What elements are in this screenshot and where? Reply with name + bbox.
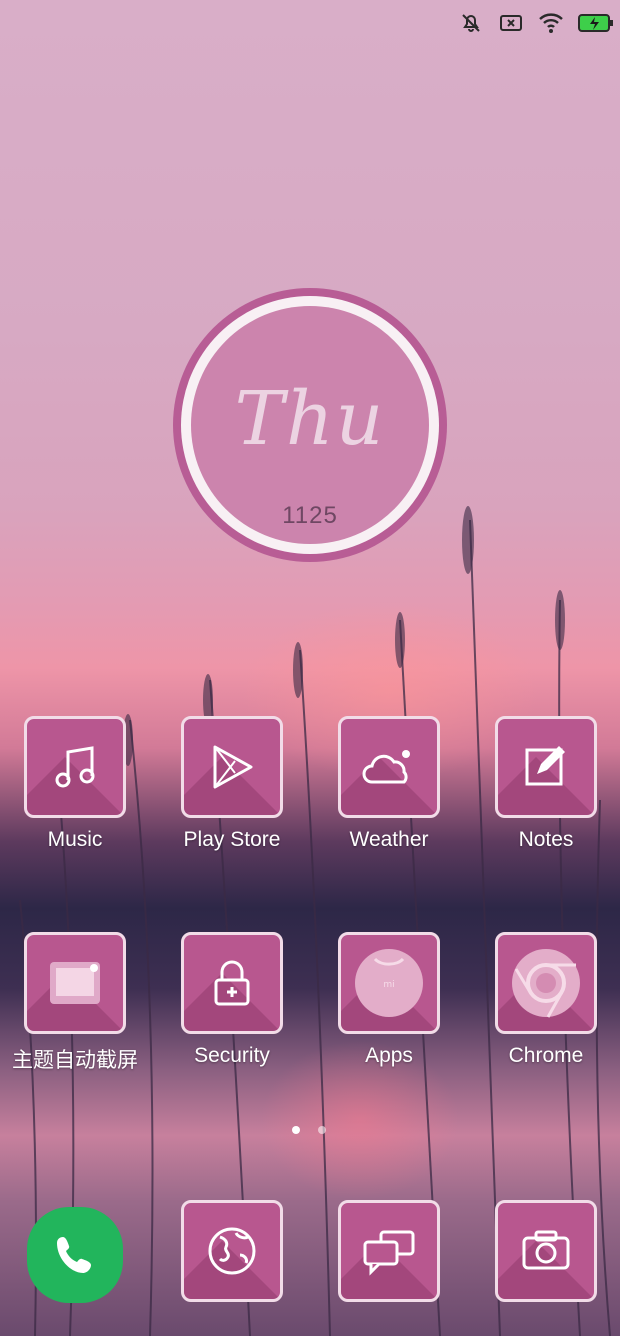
app-tile[interactable] — [495, 716, 597, 818]
app-tile[interactable] — [495, 932, 597, 1034]
app-label: Notes — [518, 828, 574, 851]
globe-icon — [208, 1227, 256, 1275]
app-label: Play Store — [183, 828, 281, 851]
sim-error-icon — [498, 10, 524, 36]
dock-camera[interactable] — [476, 1200, 616, 1302]
clock-widget-face: Thu 1125 — [191, 306, 429, 544]
page-dot[interactable] — [318, 1126, 326, 1134]
play-store-icon — [213, 745, 253, 789]
app-theme-screenshot[interactable]: 主题自动截屏 — [5, 932, 145, 1074]
app-weather[interactable]: Weather — [319, 716, 459, 852]
mi-apps-icon: mi — [355, 949, 423, 1017]
page-dot-active[interactable] — [292, 1126, 300, 1134]
app-security[interactable]: Security — [162, 932, 302, 1068]
battery-charging-icon — [578, 10, 614, 36]
app-tile[interactable] — [181, 932, 283, 1034]
chrome-icon — [512, 949, 580, 1018]
status-bar — [458, 10, 614, 36]
app-label: Apps — [365, 1044, 413, 1067]
screenshot-icon — [50, 962, 100, 1004]
clock-day-label: Thu — [234, 376, 386, 462]
music-note-icon — [55, 746, 95, 788]
app-label: Security — [194, 1044, 270, 1067]
clock-widget[interactable]: Thu 1125 — [173, 288, 447, 562]
dock-phone-button[interactable] — [27, 1207, 123, 1303]
app-tile[interactable] — [181, 716, 283, 818]
notes-edit-icon — [525, 746, 565, 786]
app-play-store[interactable]: Play Store — [162, 716, 302, 852]
app-music[interactable]: Music — [5, 716, 145, 852]
dock-browser[interactable] — [162, 1200, 302, 1302]
phone-icon — [57, 1237, 91, 1273]
cloud-icon — [362, 750, 410, 784]
app-label: Weather — [349, 828, 429, 851]
dock-messages[interactable] — [319, 1200, 459, 1302]
app-label: Music — [47, 828, 103, 851]
app-label: Chrome — [508, 1044, 584, 1067]
app-chrome[interactable]: Chrome — [476, 932, 616, 1068]
app-tile[interactable] — [24, 932, 126, 1034]
lock-icon — [214, 960, 250, 1006]
messages-icon — [363, 1230, 415, 1276]
camera-icon — [522, 1230, 570, 1270]
mute-icon — [458, 10, 484, 36]
app-label: 主题自动截屏 — [12, 1049, 138, 1072]
app-tile[interactable] — [338, 716, 440, 818]
svg-text:mi: mi — [383, 980, 394, 990]
clock-widget-ring: Thu 1125 — [181, 296, 439, 554]
app-notes[interactable]: Notes — [476, 716, 616, 852]
clock-number-label: 1125 — [282, 502, 338, 529]
app-tile[interactable] — [181, 1200, 283, 1302]
app-tile[interactable] — [24, 716, 126, 818]
page-indicator — [292, 1126, 326, 1134]
app-apps[interactable]: mi Apps — [319, 932, 459, 1068]
app-tile[interactable] — [338, 1200, 440, 1302]
wifi-icon — [538, 10, 564, 36]
app-tile[interactable] — [495, 1200, 597, 1302]
app-tile[interactable]: mi — [338, 932, 440, 1034]
